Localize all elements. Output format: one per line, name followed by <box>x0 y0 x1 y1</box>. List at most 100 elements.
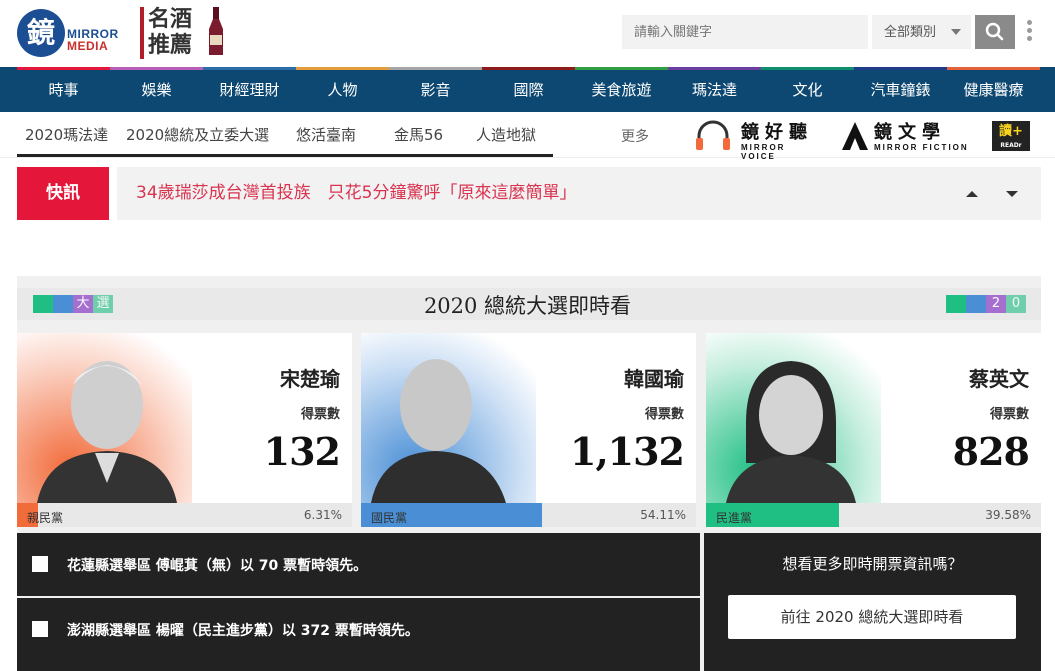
readr-link[interactable]: 讀+ READr <box>992 118 1030 154</box>
nav-item-people[interactable]: 人物 <box>296 67 389 112</box>
mirror-fiction-link[interactable]: 鏡文學 MIRROR FICTION <box>840 118 970 154</box>
breaking-news-headline[interactable]: 34歲瑞莎成台灣首投族 只花5分鐘驚呼「原來這麼簡單」 <box>117 167 1041 220</box>
vote-percent: 6.31% <box>303 508 342 522</box>
party-label: 國民黨 <box>371 511 408 525</box>
mirror-voice-title: 鏡好聽 <box>741 122 813 143</box>
candidate-name: 蔡英文 <box>969 367 1029 391</box>
nav-label: 人物 <box>327 81 358 99</box>
nav-item-international[interactable]: 國際 <box>482 67 575 112</box>
main-nav: 時事 娛樂 財經理財 人物 影音 國際 美食旅遊 瑪法達 文化 汽車鐘錶 健康醫… <box>0 67 1055 112</box>
votes-label: 得票數 <box>644 407 684 422</box>
nav-item-cars-watches[interactable]: 汽車鐘錶 <box>854 67 947 112</box>
vote-percent: 39.58% <box>985 508 1031 522</box>
nav-label: 汽車鐘錶 <box>870 81 931 99</box>
breaking-news-label: 快訊 <box>17 167 109 220</box>
wine-banner-line2: 推薦 <box>148 32 193 58</box>
headphones-icon <box>696 120 730 150</box>
wine-recommend-banner[interactable]: 名酒 推薦 <box>140 5 230 60</box>
vote-share-bar: 國民黨 54.11% <box>361 503 696 527</box>
logo-media-text: MEDIA <box>67 39 109 53</box>
nav-label: 美食旅遊 <box>591 81 652 99</box>
nav-item-news[interactable]: 時事 <box>17 67 110 112</box>
mirror-fiction-icon <box>842 122 868 150</box>
vote-share-bar: 民進黨 39.58% <box>706 503 1041 527</box>
wine-bottle-icon <box>209 7 223 55</box>
mirror-fiction-title: 鏡文學 <box>874 122 946 143</box>
candidate-votes: 1,132 <box>570 429 685 474</box>
site-header: 鏡 MIRROR MEDIA 名酒 推薦 全部類別 <box>0 0 1055 67</box>
search-icon <box>985 22 1004 41</box>
readr-icon: 讀+ READr <box>992 121 1030 151</box>
candidate-photo <box>361 333 536 503</box>
nav-label: 娛樂 <box>141 81 172 99</box>
nav-item-health[interactable]: 健康醫療 <box>947 67 1040 112</box>
subnav-item[interactable]: 悠活臺南 <box>296 124 356 145</box>
candidate-card[interactable]: 蔡英文 得票數 828 民進黨 39.58% <box>706 333 1041 527</box>
nav-label: 國際 <box>513 81 544 99</box>
lead-checkbox[interactable] <box>32 621 48 637</box>
subnav-underline <box>17 154 553 157</box>
title-tag <box>946 295 966 313</box>
party-label: 親民黨 <box>27 511 64 525</box>
logo-mark: 鏡 <box>17 9 65 57</box>
nav-label: 健康醫療 <box>963 81 1024 99</box>
lead-checkbox[interactable] <box>32 556 48 572</box>
candidate-photo <box>17 333 192 503</box>
title-tag: 0 <box>1006 295 1026 313</box>
title-tag: 2 <box>986 295 1006 313</box>
subnav-item[interactable]: 2020總統及立委大選 <box>126 124 269 145</box>
party-label: 民進黨 <box>716 511 753 525</box>
lead-item[interactable]: 花蓮縣選舉區 傅崐萁（無）以 70 票暫時領先。 <box>17 533 700 596</box>
nav-item-culture[interactable]: 文化 <box>761 67 854 112</box>
wine-banner-bar <box>140 7 144 59</box>
votes-label: 得票數 <box>989 407 1029 422</box>
vote-percent: 54.11% <box>640 508 686 522</box>
caret-down-icon[interactable] <box>1006 191 1018 197</box>
readr-sub: READr <box>1000 142 1022 149</box>
election-title: 2020 總統大選即時看 <box>423 294 632 318</box>
wine-banner-line1: 名酒 <box>148 6 193 32</box>
candidate-votes: 132 <box>263 429 341 474</box>
mirror-voice-sub: MIRROR VOICE <box>741 143 786 161</box>
title-tag <box>966 295 986 313</box>
more-menu-icon[interactable] <box>1027 20 1033 44</box>
chevron-down-icon <box>951 29 961 35</box>
candidate-name: 韓國瑜 <box>624 367 684 391</box>
nav-item-finance[interactable]: 財經理財 <box>203 67 296 112</box>
votes-label: 得票數 <box>300 407 340 422</box>
nav-item-video[interactable]: 影音 <box>389 67 482 112</box>
subnav-more-link[interactable]: 更多 <box>621 126 649 146</box>
caret-up-icon[interactable] <box>966 191 978 197</box>
category-select[interactable]: 全部類別 <box>872 15 971 49</box>
mirror-fiction-sub: MIRROR FICTION <box>874 143 969 152</box>
nav-label: 文化 <box>792 81 823 99</box>
candidate-card[interactable]: 韓國瑜 得票數 1,132 國民黨 54.11% <box>361 333 696 527</box>
vote-share-bar: 親民黨 6.31% <box>17 503 352 527</box>
search-button[interactable] <box>975 15 1015 49</box>
sub-nav: 2020瑪法達 2020總統及立委大選 悠活臺南 金馬56 人造地獄 更多 鏡好… <box>0 112 1055 161</box>
search-input[interactable] <box>622 15 868 49</box>
subnav-item[interactable]: 金馬56 <box>394 124 443 145</box>
mirror-media-logo[interactable]: 鏡 MIRROR MEDIA <box>17 9 135 57</box>
nav-label: 影音 <box>420 81 451 99</box>
category-label: 全部類別 <box>884 24 937 39</box>
nav-item-mafalda[interactable]: 瑪法達 <box>668 67 761 112</box>
subnav-item[interactable]: 人造地獄 <box>476 124 536 145</box>
nav-label: 財經理財 <box>219 81 280 99</box>
nav-item-food-travel[interactable]: 美食旅遊 <box>575 67 668 112</box>
go-to-election-button[interactable]: 前往 2020 總統大選即時看 <box>728 595 1016 639</box>
more-results-box: 想看更多即時開票資訊嗎？ 前往 2020 總統大選即時看 <box>704 533 1041 671</box>
candidate-photo <box>706 333 881 503</box>
nav-label: 時事 <box>48 81 79 99</box>
candidate-name: 宋楚瑜 <box>280 367 340 391</box>
nav-item-entertainment[interactable]: 娛樂 <box>110 67 203 112</box>
lead-text: 花蓮縣選舉區 傅崐萁（無）以 70 票暫時領先。 <box>67 558 368 574</box>
candidate-card[interactable]: 宋楚瑜 得票數 132 親民黨 6.31% <box>17 333 352 527</box>
more-results-question: 想看更多即時開票資訊嗎？ <box>782 555 963 573</box>
subnav-item[interactable]: 2020瑪法達 <box>25 124 108 145</box>
readr-title: 讀+ <box>999 124 1023 139</box>
mirror-voice-link[interactable]: 鏡好聽 MIRROR VOICE <box>693 118 823 161</box>
lead-item[interactable]: 澎湖縣選舉區 楊曜（民主進步黨）以 372 票暫時領先。 <box>17 598 700 671</box>
nav-label: 瑪法達 <box>691 81 737 99</box>
candidate-votes: 828 <box>952 429 1030 474</box>
